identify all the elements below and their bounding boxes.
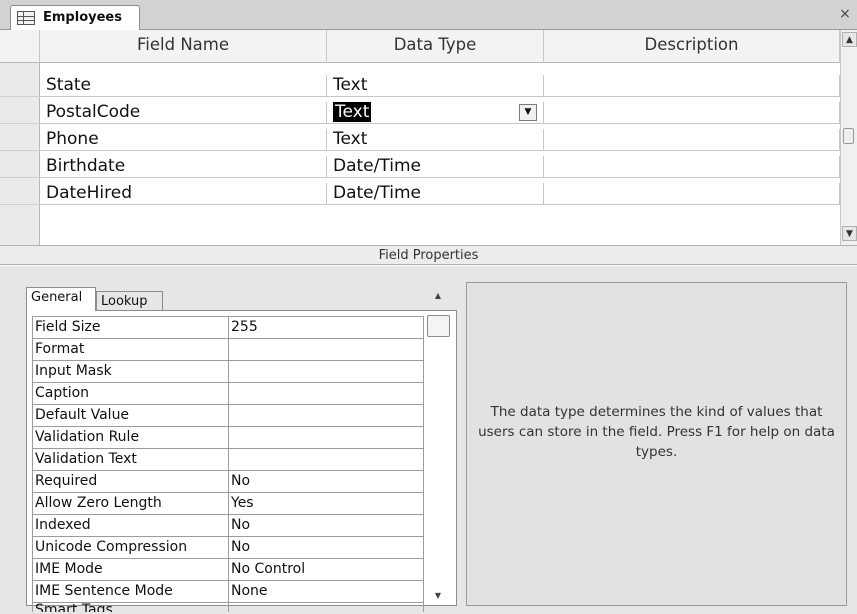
property-value[interactable]	[228, 382, 424, 404]
scroll-up-icon[interactable]: ▲	[432, 290, 444, 302]
field-name-header: Field Name	[40, 30, 327, 63]
property-row: Validation Text	[32, 448, 424, 470]
property-row: Field Size 255	[32, 316, 424, 338]
scroll-up-icon[interactable]: ▲	[842, 32, 857, 47]
property-row: IME Mode No Control	[32, 558, 424, 580]
tab-lookup[interactable]: Lookup	[96, 291, 163, 312]
property-value[interactable]: No	[228, 536, 424, 558]
data-type-header: Data Type	[327, 30, 544, 63]
property-name: Smart Tags	[32, 602, 228, 612]
description-cell[interactable]	[544, 102, 840, 124]
help-text: The data type determines the kind of val…	[478, 404, 835, 460]
tab-general[interactable]: General	[26, 287, 96, 311]
description-cell[interactable]	[544, 183, 840, 205]
property-scrollbar-thumb[interactable]	[427, 315, 450, 337]
description-cell[interactable]	[544, 156, 840, 178]
property-value[interactable]: No Control	[228, 558, 424, 580]
scroll-down-icon[interactable]: ▼	[842, 226, 857, 241]
tab-label: Employees	[43, 10, 122, 25]
row-selector[interactable]	[0, 129, 40, 151]
description-cell[interactable]	[544, 75, 840, 97]
field-name-cell[interactable]: State	[40, 75, 327, 97]
table-row: DateHired Date/Time	[0, 183, 840, 205]
close-icon[interactable]: ×	[837, 5, 853, 23]
field-name-cell[interactable]: Phone	[40, 129, 327, 151]
property-value[interactable]: None	[228, 580, 424, 602]
grid-scrollbar-thumb[interactable]	[843, 128, 854, 144]
row-selector[interactable]	[0, 102, 40, 124]
property-name: Indexed	[32, 514, 228, 536]
property-name: Default Value	[32, 404, 228, 426]
tab-employees[interactable]: Employees	[10, 5, 140, 31]
field-properties-bar: Field Properties	[0, 245, 857, 265]
property-name: Caption	[32, 382, 228, 404]
property-value[interactable]	[228, 602, 424, 612]
field-name-cell[interactable]: DateHired	[40, 183, 327, 205]
property-name: Validation Rule	[32, 426, 228, 448]
property-row: Validation Rule	[32, 426, 424, 448]
data-type-cell[interactable]: Date/Time	[327, 156, 544, 178]
scroll-down-icon[interactable]: ▼	[432, 590, 444, 602]
property-row: IME Sentence Mode None	[32, 580, 424, 602]
property-row: Default Value	[32, 404, 424, 426]
property-name: Validation Text	[32, 448, 228, 470]
description-header: Description	[544, 30, 840, 63]
property-name: Input Mask	[32, 360, 228, 382]
description-cell[interactable]	[544, 129, 840, 151]
row-selector[interactable]	[0, 75, 40, 97]
property-value[interactable]: Yes	[228, 492, 424, 514]
table-row: Birthdate Date/Time	[0, 156, 840, 178]
property-name: Allow Zero Length	[32, 492, 228, 514]
property-name: Required	[32, 470, 228, 492]
field-name-cell[interactable]: PostalCode	[40, 102, 327, 124]
property-value[interactable]	[228, 338, 424, 360]
property-name: Unicode Compression	[32, 536, 228, 558]
property-name: IME Sentence Mode	[32, 580, 228, 602]
property-value[interactable]	[228, 360, 424, 382]
property-row: Smart Tags	[32, 602, 424, 612]
property-value[interactable]	[228, 426, 424, 448]
property-row: Caption	[32, 382, 424, 404]
property-row: Required No	[32, 470, 424, 492]
table-icon	[17, 11, 35, 25]
row-selector[interactable]	[0, 156, 40, 178]
row-selector[interactable]	[0, 183, 40, 205]
property-row: Unicode Compression No	[32, 536, 424, 558]
design-grid-header: Field Name Data Type Description	[0, 30, 840, 63]
property-row: Format	[32, 338, 424, 360]
property-row: Allow Zero Length Yes	[32, 492, 424, 514]
property-value[interactable]	[228, 404, 424, 426]
data-type-cell[interactable]: Text	[327, 75, 544, 97]
table-row: PostalCode Text ▼	[0, 102, 840, 124]
property-name: IME Mode	[32, 558, 228, 580]
property-value[interactable]	[228, 448, 424, 470]
property-value[interactable]: No	[228, 514, 424, 536]
property-row: Input Mask	[32, 360, 424, 382]
dropdown-arrow-icon[interactable]: ▼	[519, 104, 537, 121]
property-row: Indexed No	[32, 514, 424, 536]
property-scrollbar[interactable]	[424, 315, 453, 603]
select-all-corner[interactable]	[0, 30, 40, 63]
property-value[interactable]: 255	[228, 316, 424, 338]
table-row: Phone Text	[0, 129, 840, 151]
data-type-cell[interactable]: Text	[327, 129, 544, 151]
property-value[interactable]: No	[228, 470, 424, 492]
property-name: Format	[32, 338, 228, 360]
data-type-selected-value: Text	[333, 102, 372, 122]
field-name-cell[interactable]: Birthdate	[40, 156, 327, 178]
table-row: State Text	[0, 75, 840, 97]
data-type-cell[interactable]: Date/Time	[327, 183, 544, 205]
data-type-select[interactable]: Text ▼	[327, 102, 544, 124]
property-name: Field Size	[32, 316, 228, 338]
